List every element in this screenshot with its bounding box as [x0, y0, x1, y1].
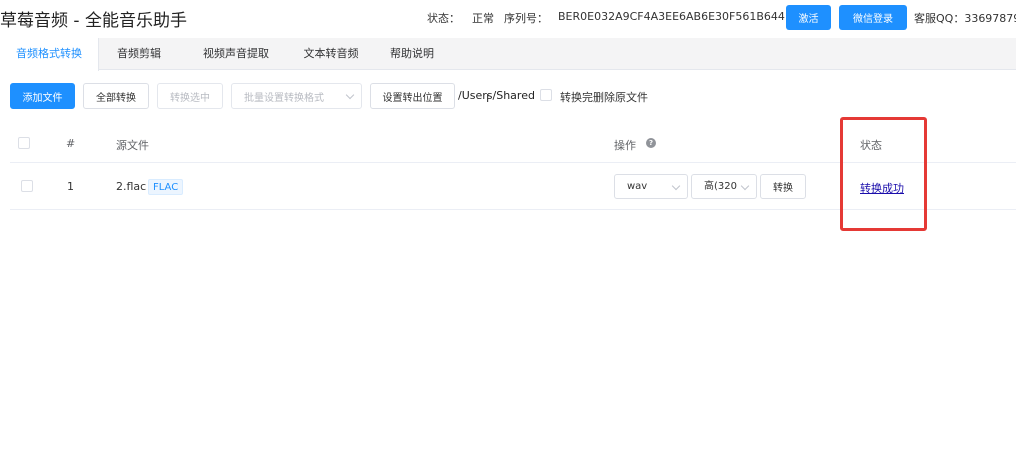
format-select[interactable]: wav [614, 174, 688, 199]
serial-label: 序列号： [504, 12, 548, 25]
tab-audio-edit[interactable]: 音频剪辑 [104, 38, 174, 70]
row-checkbox[interactable] [21, 180, 33, 192]
header-index: # [66, 137, 76, 150]
tab-format-convert[interactable]: 音频格式转换 [0, 38, 99, 71]
quality-value: 高(320 [704, 181, 737, 192]
convert-all-button[interactable]: 全部转换 [83, 83, 149, 109]
chevron-down-icon [345, 90, 355, 100]
header-action: 操作 [614, 139, 636, 152]
file-type-tag: FLAC [148, 179, 184, 195]
app-header: 草莓音频 - 全能音乐助手 状态： 正常 序列号： BER0E032A9CF4A… [0, 0, 1016, 38]
select-all-checkbox[interactable] [18, 137, 30, 149]
tab-bar: 音频格式转换 音频剪辑 视频声音提取 文本转音频 帮助说明 [0, 38, 1016, 71]
batch-format-placeholder: 批量设置转换格式 [244, 92, 324, 104]
chevron-down-icon [740, 181, 750, 191]
status-value: 正常 [472, 12, 494, 25]
output-path: /Users/Shared [458, 89, 535, 102]
service-qq: 客服QQ：33697879 [914, 12, 1016, 25]
wechat-login-button[interactable]: 微信登录 [839, 5, 907, 30]
status-label: 状态： [427, 12, 460, 25]
add-file-button[interactable]: 添加文件 [10, 83, 75, 109]
delete-original-label: 转换完删除原文件 [560, 91, 648, 104]
text-cursor-icon: I [486, 92, 490, 105]
row-index: 1 [67, 180, 74, 193]
quality-select[interactable]: 高(320 [691, 174, 757, 199]
chevron-down-icon [671, 181, 681, 191]
header-source-file: 源文件 [116, 139, 149, 152]
tab-help[interactable]: 帮助说明 [380, 38, 444, 70]
tab-video-audio-extract[interactable]: 视频声音提取 [188, 38, 284, 70]
delete-original-checkbox[interactable] [540, 89, 552, 101]
serial-value: BER0E032A9CF4A3EE6AB6E30F561B644 [558, 10, 785, 23]
tab-text-to-audio[interactable]: 文本转音频 [290, 38, 372, 70]
convert-row-button[interactable]: 转换 [760, 174, 806, 199]
app-title: 草莓音频 - 全能音乐助手 [0, 11, 187, 31]
question-circle-icon[interactable]: ? [646, 138, 656, 148]
highlight-box [840, 117, 927, 231]
set-output-button[interactable]: 设置转出位置 [370, 83, 455, 109]
row-file-name: 2.flac [116, 180, 147, 193]
activate-button[interactable]: 激活 [786, 5, 831, 30]
format-value: wav [627, 181, 648, 192]
batch-format-select[interactable]: 批量设置转换格式 [231, 83, 362, 109]
convert-selected-button[interactable]: 转换选中 [157, 83, 223, 109]
